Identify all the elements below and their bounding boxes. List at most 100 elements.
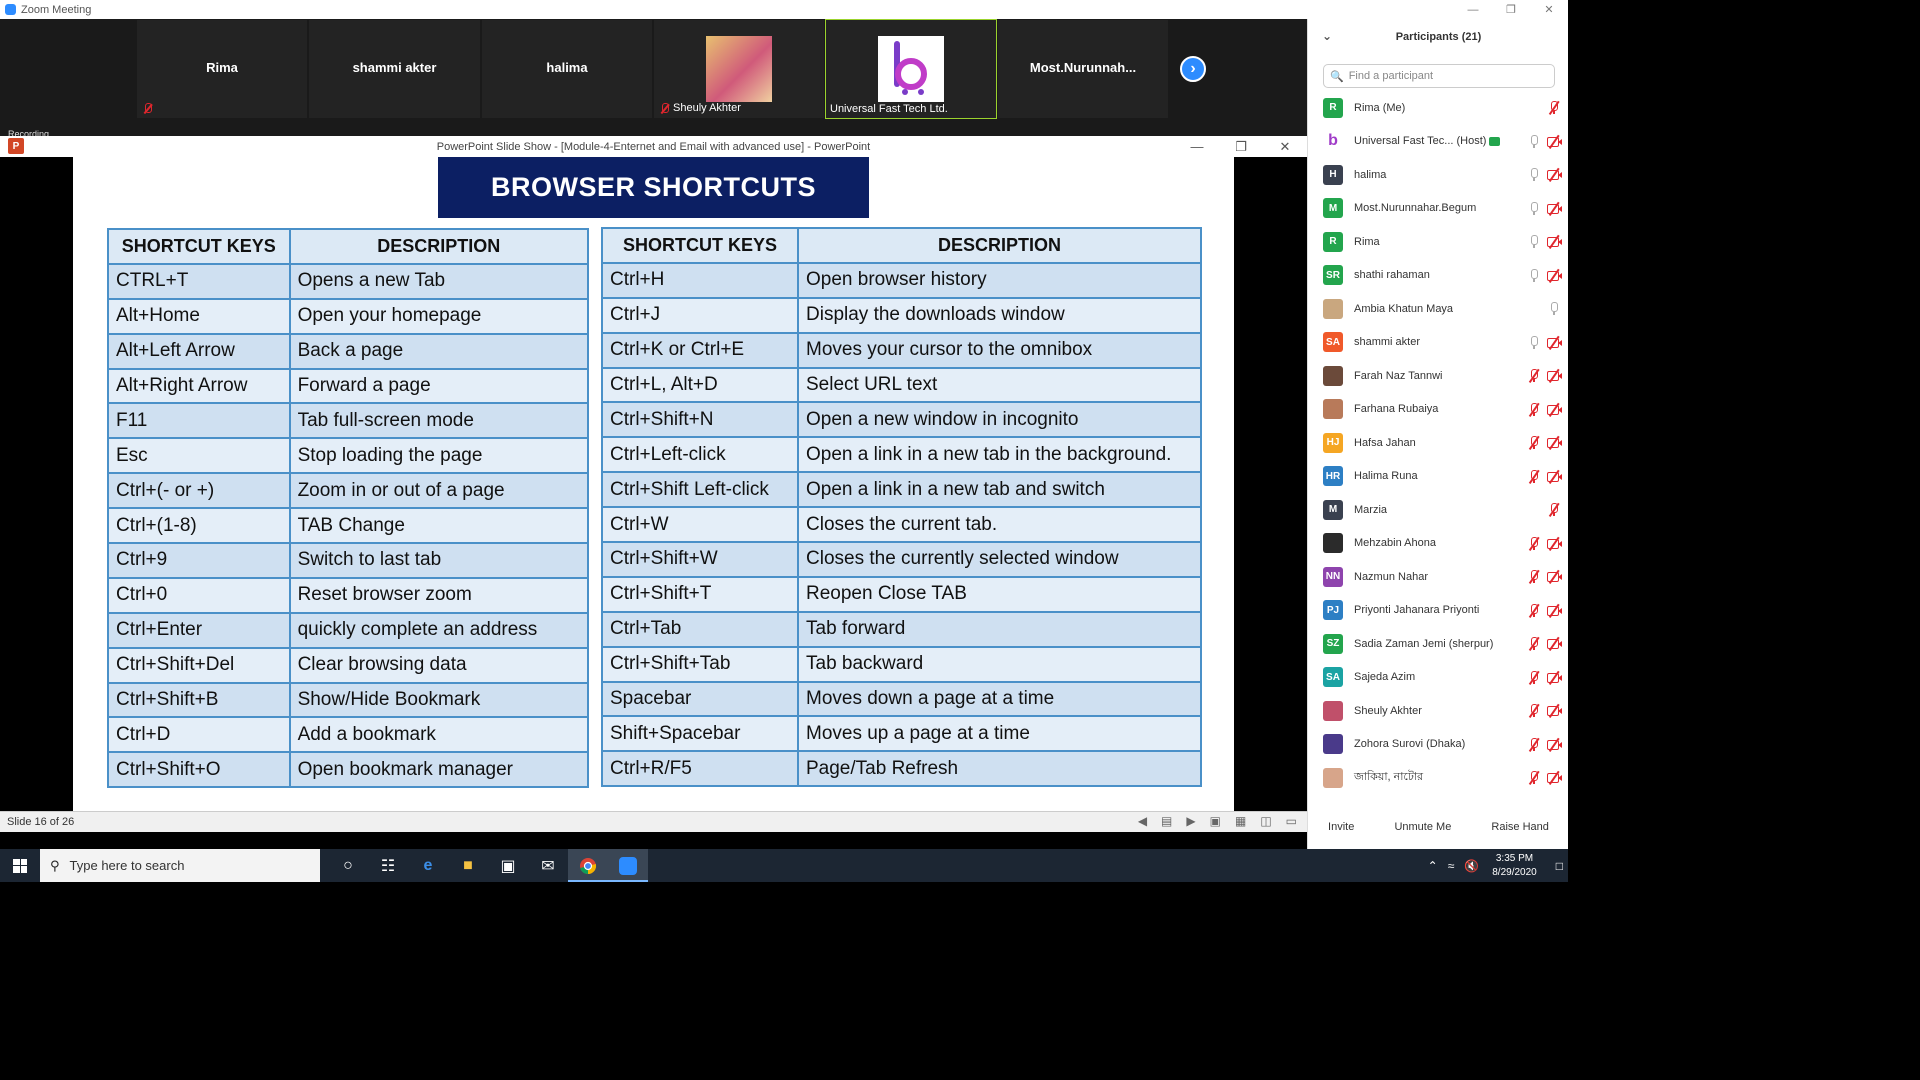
video-off-icon[interactable] — [1547, 703, 1562, 718]
mic-muted-icon[interactable] — [1547, 100, 1561, 115]
video-off-icon[interactable] — [1547, 435, 1562, 450]
participant-row[interactable]: SA shammi akter — [1308, 326, 1568, 360]
mic-icon[interactable] — [1547, 301, 1561, 316]
participant-row[interactable]: R Rima — [1308, 225, 1568, 259]
file-explorer-icon[interactable]: ■ — [448, 849, 488, 882]
participant-row[interactable]: Farhana Rubaiya — [1308, 393, 1568, 427]
video-tile[interactable]: halima — [482, 20, 652, 118]
video-off-icon[interactable] — [1547, 469, 1562, 484]
participant-row[interactable]: R Rima (Me) — [1308, 91, 1568, 125]
video-tile[interactable]: Most.Nurunnah... — [998, 20, 1168, 118]
participant-row[interactable]: PJ Priyonti Jahanara Priyonti — [1308, 594, 1568, 628]
edge-icon[interactable]: e — [408, 849, 448, 882]
video-off-icon[interactable] — [1547, 234, 1562, 249]
notifications-icon[interactable]: □ — [1556, 859, 1563, 873]
raise-hand-button[interactable]: Raise Hand — [1491, 821, 1548, 833]
invite-button[interactable]: Invite — [1328, 821, 1354, 833]
video-off-icon[interactable] — [1547, 402, 1562, 417]
video-off-icon[interactable] — [1547, 670, 1562, 685]
participant-row[interactable]: Hhalima — [1308, 158, 1568, 192]
video-off-icon[interactable] — [1547, 201, 1562, 216]
minimize-icon[interactable]: — — [1175, 136, 1219, 157]
restore-icon[interactable]: ❐ — [1492, 0, 1530, 19]
start-button[interactable] — [0, 849, 40, 882]
slideshow-icon[interactable]: ▭ — [1286, 814, 1297, 828]
mic-muted-icon[interactable] — [1527, 435, 1541, 450]
participant-row[interactable]: HR Halima Runa — [1308, 460, 1568, 494]
store-icon[interactable]: ▣ — [488, 849, 528, 882]
participant-row[interactable]: Mehzabin Ahona — [1308, 527, 1568, 561]
mic-muted-icon[interactable] — [1527, 368, 1541, 383]
close-icon[interactable]: ✕ — [1530, 0, 1568, 19]
cortana-icon[interactable]: ○ — [328, 849, 368, 882]
clock[interactable]: 3:35 PM 8/29/2020 — [1492, 852, 1537, 880]
video-off-icon[interactable] — [1547, 368, 1562, 383]
task-view-icon[interactable]: ☷ — [368, 849, 408, 882]
normal-view-icon[interactable]: ▣ — [1210, 814, 1221, 828]
volume-muted-icon[interactable]: 🔇 — [1464, 859, 1479, 873]
mic-icon[interactable] — [1527, 167, 1541, 182]
participant-search-input[interactable]: 🔍 Find a participant — [1323, 64, 1555, 88]
participant-row[interactable]: Ambia Khatun Maya — [1308, 292, 1568, 326]
mic-muted-icon[interactable] — [1527, 603, 1541, 618]
participant-row[interactable]: SZ Sadia Zaman Jemi (sherpur) — [1308, 627, 1568, 661]
close-icon[interactable]: ✕ — [1263, 136, 1307, 157]
collapse-chevron-icon[interactable]: ⌄ — [1322, 29, 1332, 43]
video-off-icon[interactable] — [1547, 569, 1562, 584]
video-tile[interactable]: Rima — [137, 20, 307, 118]
zoom-icon[interactable] — [608, 849, 648, 882]
mic-muted-icon[interactable] — [1527, 569, 1541, 584]
video-off-icon[interactable] — [1547, 536, 1562, 551]
mic-icon[interactable] — [1527, 268, 1541, 283]
mic-muted-icon[interactable] — [1527, 703, 1541, 718]
participant-row[interactable]: Zohora Surovi (Dhaka) — [1308, 728, 1568, 762]
video-off-icon[interactable] — [1547, 737, 1562, 752]
previous-slide-icon[interactable]: ◀ — [1138, 814, 1147, 828]
mail-icon[interactable]: ✉ — [528, 849, 568, 882]
unmute-me-button[interactable]: Unmute Me — [1394, 821, 1451, 833]
mic-muted-icon[interactable] — [1527, 402, 1541, 417]
video-off-icon[interactable] — [1547, 134, 1562, 149]
participant-row[interactable]: SR shathi rahaman — [1308, 259, 1568, 293]
mic-icon[interactable] — [1527, 234, 1541, 249]
tray-chevron-up-icon[interactable]: ⌃ — [1428, 859, 1438, 873]
mic-muted-icon[interactable] — [1527, 536, 1541, 551]
slide-menu-icon[interactable]: ▤ — [1161, 814, 1172, 828]
restore-icon[interactable]: ❐ — [1219, 136, 1263, 157]
taskbar-search-input[interactable]: ⚲ Type here to search — [40, 849, 320, 882]
participant-row[interactable]: SA Sajeda Azim — [1308, 661, 1568, 695]
chrome-icon[interactable] — [568, 849, 608, 882]
video-off-icon[interactable] — [1547, 770, 1562, 785]
slide[interactable]: BROWSER SHORTCUTS SHORTCUT KEYS DESCRIPT… — [73, 157, 1234, 811]
mic-icon[interactable] — [1527, 201, 1541, 216]
mic-muted-icon[interactable] — [1527, 670, 1541, 685]
video-off-icon[interactable] — [1547, 335, 1562, 350]
video-tile-active-speaker[interactable]: Universal Fast Tech Ltd. — [825, 19, 997, 119]
video-off-icon[interactable] — [1547, 167, 1562, 182]
participant-row[interactable]: NN Nazmun Nahar — [1308, 560, 1568, 594]
video-tile[interactable]: Sheuly Akhter — [654, 20, 824, 118]
wifi-icon[interactable]: ≈ — [1448, 859, 1455, 873]
video-off-icon[interactable] — [1547, 603, 1562, 618]
participant-row[interactable]: M Marzia — [1308, 493, 1568, 527]
mic-icon[interactable] — [1527, 134, 1541, 149]
participant-row[interactable]: b Universal Fast Tec... (Host) — [1308, 125, 1568, 159]
participant-row[interactable]: M Most.Nurunnahar.Begum — [1308, 192, 1568, 226]
mic-muted-icon[interactable] — [1547, 502, 1561, 517]
participant-row[interactable]: Farah Naz Tannwi — [1308, 359, 1568, 393]
participant-row[interactable]: জাকিয়া, নাটোর — [1308, 761, 1568, 795]
mic-icon[interactable] — [1527, 335, 1541, 350]
video-off-icon[interactable] — [1547, 268, 1562, 283]
mic-muted-icon[interactable] — [1527, 770, 1541, 785]
next-slide-icon[interactable]: ▶ — [1186, 814, 1195, 828]
participant-row[interactable]: Sheuly Akhter — [1308, 694, 1568, 728]
minimize-icon[interactable]: — — [1454, 0, 1492, 19]
reading-view-icon[interactable]: ◫ — [1260, 814, 1271, 828]
mic-muted-icon[interactable] — [1527, 636, 1541, 651]
video-off-icon[interactable] — [1547, 636, 1562, 651]
participant-row[interactable]: HJ Hafsa Jahan — [1308, 426, 1568, 460]
video-tile[interactable]: shammi akter — [309, 20, 480, 118]
slide-sorter-icon[interactable]: ▦ — [1235, 814, 1246, 828]
mic-muted-icon[interactable] — [1527, 469, 1541, 484]
mic-muted-icon[interactable] — [1527, 737, 1541, 752]
